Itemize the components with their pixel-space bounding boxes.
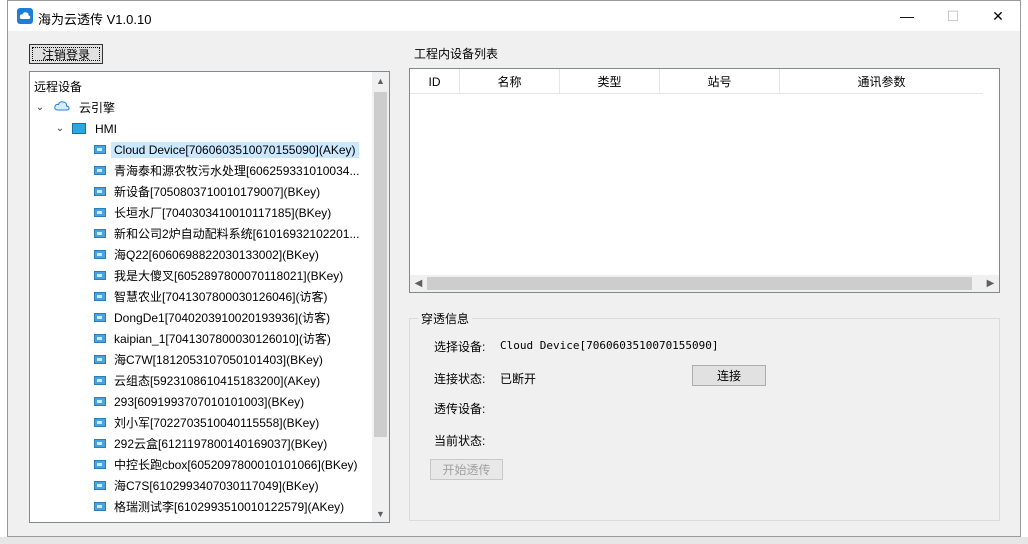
table-header: ID 名称 类型 站号 通讯参数 [410, 69, 983, 94]
tree-node-label: 云引擎 [79, 101, 116, 115]
device-tree-item[interactable]: kaipian_1[7041307800030126010](访客) [94, 328, 334, 349]
column-header-comm-params[interactable]: 通讯参数 [780, 69, 983, 94]
selected-device-label: 选择设备: [434, 340, 486, 354]
device-icon [94, 460, 106, 469]
device-icon [94, 313, 106, 322]
scroll-left-arrow-icon[interactable]: ◀ [410, 275, 427, 292]
device-tree-item[interactable]: 智慧农业[7041307800030126046](访客) [94, 286, 330, 307]
device-tree-item[interactable]: 海C7S[6102993407030117049](BKey) [94, 475, 322, 496]
device-tree-item[interactable]: 新设备[7050803710010179007](BKey) [94, 181, 323, 202]
connection-status-value: 已断开 [500, 372, 537, 386]
device-tree-item[interactable]: 292云盒[6121197800140169037](BKey) [94, 433, 330, 454]
device-icon [94, 187, 106, 196]
tree-node-label: HMI [95, 121, 117, 136]
device-label: 293[6091993707010101003](BKey) [114, 394, 305, 409]
device-tree-item[interactable]: 格瑞测试李[6102993510010122579](AKey) [94, 496, 347, 517]
transparent-device-label: 透传设备: [434, 402, 486, 416]
tree-header: 远程设备 [34, 80, 83, 94]
device-tree-item[interactable]: Cloud Device[7060603510070155090](AKey) [94, 139, 359, 160]
device-tree-item[interactable]: 青海泰和源农牧污水处理[606259331010034... [94, 160, 362, 181]
maximize-button[interactable]: ☐ [930, 1, 976, 31]
close-button[interactable]: ✕ [975, 1, 1021, 31]
minimize-button[interactable]: — [884, 1, 930, 31]
device-label: 青海泰和源农牧污水处理[606259331010034... [114, 164, 360, 178]
device-label: kaipian_1[7041307800030126010](访客) [114, 332, 331, 346]
background-window-strip [0, 537, 1028, 544]
device-label: 格瑞测试李[6102993510010122579](AKey) [114, 500, 345, 514]
column-header-id[interactable]: ID [410, 69, 460, 94]
device-tree-item[interactable]: 云组态[5923108610415183200](AKey) [94, 370, 323, 391]
connection-status-label: 连接状态: [434, 372, 486, 386]
column-header-type[interactable]: 类型 [560, 69, 660, 94]
device-label: 中控长跑cbox[6052097800010101066](BKey) [114, 458, 358, 472]
device-icon [94, 229, 106, 238]
device-icon [94, 166, 106, 175]
device-label: DongDe1[7040203910020193936](访客) [114, 311, 331, 325]
device-tree-item[interactable]: 293[6091993707010101003](BKey) [94, 391, 307, 412]
connect-button[interactable]: 连接 [692, 365, 766, 386]
scroll-down-arrow-icon[interactable]: ▼ [372, 505, 389, 522]
device-label: 刘小军[7022703510040115558](BKey) [114, 416, 320, 430]
device-tree-item[interactable]: 海Q22[6060698822030133002](BKey) [94, 244, 322, 265]
device-label: 292云盒[6121197800140169037](BKey) [114, 437, 328, 451]
device-list-title: 工程内设备列表 [414, 47, 499, 61]
device-label: 智慧农业[7041307800030126046](访客) [114, 290, 328, 304]
logout-button[interactable]: 注销登录 [29, 44, 103, 64]
device-icon [94, 292, 106, 301]
app-window: 海为云透传 V1.0.10 — ☐ ✕ 注销登录 远程设备 ⌄ 云引擎 ⌄ HM… [7, 0, 1021, 537]
tree-node-hmi[interactable]: ⌄ HMI [54, 118, 120, 139]
device-label: 新和公司2炉自动配料系统[61016932102201... [114, 227, 360, 241]
device-label: 长垣水厂[7040303410010117185](BKey) [114, 206, 332, 220]
device-label: Cloud Device[7060603510070155090](AKey) [111, 141, 359, 158]
chevron-down-icon[interactable]: ⌄ [54, 123, 66, 134]
device-icon [94, 418, 106, 427]
column-header-station[interactable]: 站号 [660, 69, 780, 94]
device-icon [94, 376, 106, 385]
scrollbar-thumb[interactable] [427, 277, 972, 290]
table-horizontal-scrollbar[interactable]: ◀ ▶ [410, 275, 999, 292]
device-label: 海C7S[6102993407030117049](BKey) [114, 479, 319, 493]
device-tree-item[interactable]: 中控长跑cbox[6052097800010101066](BKey) [94, 454, 361, 475]
group-title: 穿透信息 [418, 310, 473, 327]
device-tree-item[interactable]: 长垣水厂[7040303410010117185](BKey) [94, 202, 334, 223]
device-label: 海Q22[6060698822030133002](BKey) [114, 248, 319, 262]
column-header-name[interactable]: 名称 [460, 69, 560, 94]
current-status-label: 当前状态: [434, 434, 486, 448]
device-icon [94, 208, 106, 217]
remote-device-tree: 远程设备 ⌄ 云引擎 ⌄ HMI Cloud Device[7060603510… [29, 71, 390, 523]
device-icon [94, 397, 106, 406]
scroll-right-arrow-icon[interactable]: ▶ [982, 275, 999, 292]
tree-node-cloud-engine[interactable]: ⌄ 云引擎 [34, 97, 118, 118]
device-tree-item[interactable]: 刘小军[7022703510040115558](BKey) [94, 412, 322, 433]
device-icon [94, 439, 106, 448]
device-icon [94, 250, 106, 259]
device-tree-item[interactable]: DongDe1[7040203910020193936](访客) [94, 307, 333, 328]
scroll-up-arrow-icon[interactable]: ▲ [372, 72, 389, 89]
scrollbar-thumb[interactable] [374, 92, 387, 437]
device-label: 云组态[5923108610415183200](AKey) [114, 374, 321, 388]
device-icon [94, 334, 106, 343]
chevron-down-icon[interactable]: ⌄ [34, 102, 46, 113]
device-icon [94, 481, 106, 490]
cloud-app-icon [17, 8, 33, 24]
device-list-table: ID 名称 类型 站号 通讯参数 ◀ ▶ [409, 68, 1000, 293]
device-icon [94, 271, 106, 280]
device-tree-item[interactable]: 我是大傻叉[6052897800070118021](BKey) [94, 265, 346, 286]
device-tree-item[interactable]: 新和公司2炉自动配料系统[61016932102201... [94, 223, 362, 244]
device-label: 海C7W[1812053107050101403](BKey) [114, 353, 323, 367]
hmi-icon [72, 123, 86, 134]
start-penetration-button[interactable]: 开始透传 [430, 459, 503, 480]
device-icon [94, 355, 106, 364]
tree-vertical-scrollbar[interactable]: ▲ ▼ [372, 72, 389, 522]
device-label: 我是大傻叉[6052897800070118021](BKey) [114, 269, 344, 283]
window-title: 海为云透传 V1.0.10 [38, 12, 152, 27]
title-bar: 海为云透传 V1.0.10 — ☐ ✕ [8, 1, 1020, 31]
cloud-icon [54, 100, 70, 115]
device-label: 新设备[7050803710010179007](BKey) [114, 185, 321, 199]
penetration-info-group: 穿透信息 选择设备: Cloud Device[7060603510070155… [409, 310, 1000, 521]
selected-device-value: Cloud Device[7060603510070155090] [500, 339, 719, 352]
device-icon [94, 145, 106, 154]
device-tree-item[interactable]: 海C7W[1812053107050101403](BKey) [94, 349, 326, 370]
device-icon [94, 502, 106, 511]
